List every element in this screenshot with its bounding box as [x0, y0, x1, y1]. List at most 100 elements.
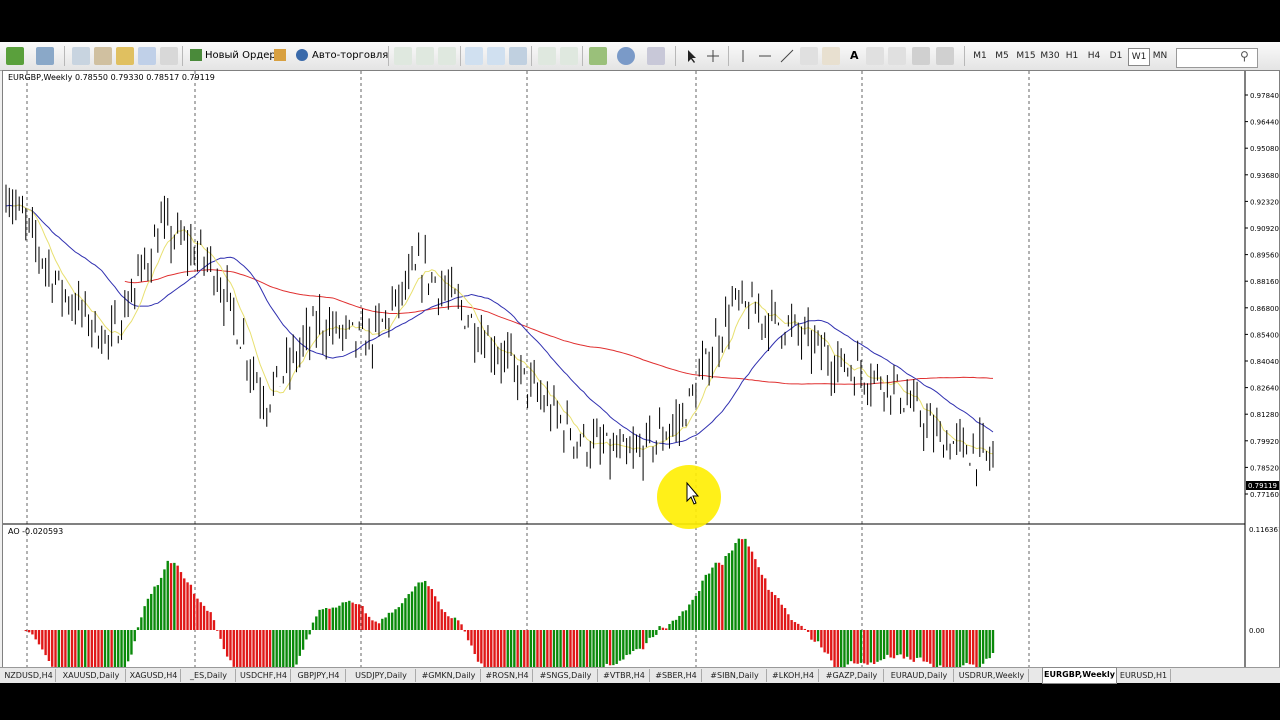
y-tick-label: 0.93680: [1250, 172, 1279, 180]
timeframe-d1[interactable]: D1: [1106, 48, 1126, 64]
zoom-in-icon[interactable]: [465, 47, 483, 65]
market-watch-icon[interactable]: [72, 47, 90, 65]
indicator-header-text: AO -0.020593: [8, 527, 63, 536]
line-chart-icon[interactable]: [438, 47, 456, 65]
chart-tab[interactable]: XAGUSD,H4: [127, 669, 181, 682]
y-tick-label: 0.96440: [1250, 119, 1279, 127]
timeframe-m5[interactable]: M5: [992, 48, 1012, 64]
text-label-icon[interactable]: [866, 47, 884, 65]
chart-tab[interactable]: #ROSN,H4: [482, 669, 533, 682]
ma-yellow-series: [12, 204, 994, 455]
timeframe-mn[interactable]: MN: [1150, 48, 1170, 64]
ind-tick-label: 0.116361: [1249, 526, 1279, 534]
search-icon[interactable]: ⚲: [1240, 46, 1249, 66]
text-tool-icon[interactable]: A: [850, 46, 859, 66]
navigator-icon[interactable]: [116, 47, 134, 65]
chart-tab[interactable]: #SNGS,Daily: [534, 669, 598, 682]
chart-tab[interactable]: USDJPY,Daily: [347, 669, 416, 682]
auto-trading-label: Авто-торговля: [312, 50, 389, 61]
new-order-icon: [190, 49, 202, 61]
y-tick-label: 0.82640: [1250, 385, 1279, 393]
shapes-icon[interactable]: [912, 47, 930, 65]
templates-icon[interactable]: [647, 47, 665, 65]
chart-tab[interactable]: #VTBR,H4: [599, 669, 650, 682]
y-tick-label: 0.81280: [1250, 411, 1279, 419]
ao-histogram: [21, 538, 995, 667]
chart-tab[interactable]: _ES,Daily: [182, 669, 236, 682]
ind-tick-label: 0.00: [1249, 627, 1265, 635]
y-tick-label: 0.78520: [1250, 464, 1279, 472]
timeframe-h1[interactable]: H1: [1062, 48, 1082, 64]
auto-trading-icon: [296, 49, 308, 61]
auto-trading-button[interactable]: Авто-торговля: [296, 46, 388, 66]
drawing-tools-icon[interactable]: [936, 47, 954, 65]
fibonacci-icon[interactable]: [822, 47, 840, 65]
hline-glyph-icon: [759, 55, 771, 57]
chart-tab[interactable]: EURGBP,Weekly: [1042, 667, 1117, 684]
indicator-scale: 0.1163610.00-0.055813: [1249, 526, 1279, 635]
horizontal-line-icon[interactable]: [756, 47, 774, 65]
chart-tab[interactable]: NZDUSD,H4: [2, 669, 56, 682]
y-tick-label: 0.97840: [1250, 92, 1279, 100]
chart-tabs-bar: NZDUSD,H4 XAUUSD,Daily XAGUSD,H4 _ES,Daily U…: [0, 667, 1280, 684]
ma-blue-series: [5, 204, 994, 445]
periods-icon[interactable]: [617, 47, 635, 65]
tester-icon[interactable]: [160, 47, 178, 65]
y-tick-label: 0.77160: [1250, 491, 1279, 499]
cursor-arrow-icon: [688, 50, 696, 63]
candlestick-icon[interactable]: [416, 47, 434, 65]
autoscroll-icon[interactable]: [560, 47, 578, 65]
trendline-icon[interactable]: [778, 47, 796, 65]
chart-tab[interactable]: USDRUR,Weekly: [955, 669, 1029, 682]
zoom-out-icon[interactable]: [487, 47, 505, 65]
indicators-icon[interactable]: [589, 47, 607, 65]
timeframe-m30[interactable]: M30: [1038, 48, 1062, 64]
y-tick-label: 0.86800: [1250, 305, 1279, 313]
chart-window[interactable]: 0.97840 0.96440 0.95080 0.93680 0.92320 0.909…: [2, 70, 1280, 672]
timeframe-m1[interactable]: M1: [970, 48, 990, 64]
y-tick-label: 0.85400: [1250, 331, 1279, 339]
chart-tab[interactable]: #SBER,H4: [651, 669, 702, 682]
chart-tab[interactable]: GBPJPY,H4: [292, 669, 346, 682]
chart-shift-icon[interactable]: [538, 47, 556, 65]
chart-tab[interactable]: #GMKN,Daily: [417, 669, 481, 682]
cursor-icon[interactable]: [682, 47, 700, 65]
y-tick-label: 0.92320: [1250, 198, 1279, 206]
arrows-icon[interactable]: [888, 47, 906, 65]
bar-chart-icon[interactable]: [394, 47, 412, 65]
y-tick-label: 0.95080: [1250, 145, 1279, 153]
tile-windows-icon[interactable]: [509, 47, 527, 65]
metaeditor-button[interactable]: [274, 46, 286, 66]
timeframe-h4[interactable]: H4: [1084, 48, 1104, 64]
y-tick-label: 0.88160: [1250, 278, 1279, 286]
terminal-icon[interactable]: [138, 47, 156, 65]
new-chart-icon[interactable]: [6, 47, 24, 65]
channel-icon[interactable]: [800, 47, 818, 65]
chart-header-text: EURGBP,Weekly 0.78550 0.79330 0.78517 0.…: [8, 73, 215, 82]
y-tick-label: 0.89560: [1250, 252, 1279, 260]
timeframe-w1[interactable]: W1: [1128, 48, 1150, 66]
ma-red-series: [124, 269, 994, 385]
y-tick-label: 0.79920: [1250, 438, 1279, 446]
ma-red-line: [124, 269, 994, 385]
chart-tab[interactable]: XAUUSD,Daily: [57, 669, 126, 682]
price-bars: [5, 184, 994, 487]
chart-tab[interactable]: EURAUD,Daily: [885, 669, 954, 682]
chart-canvas[interactable]: 0.97840 0.96440 0.95080 0.93680 0.92320 0.909…: [3, 71, 1279, 667]
new-order-button[interactable]: Новый Ордер: [190, 46, 276, 66]
chart-tab[interactable]: USDCHF,H4: [237, 669, 291, 682]
vertical-line-icon[interactable]: [734, 47, 752, 65]
data-window-icon[interactable]: [94, 47, 112, 65]
current-price-label: 0.79119: [1248, 482, 1277, 490]
chart-tab[interactable]: #GAZP,Daily: [820, 669, 884, 682]
timeframe-m15[interactable]: M15: [1014, 48, 1038, 64]
profiles-icon[interactable]: [36, 47, 54, 65]
metaeditor-icon: [274, 49, 286, 61]
crosshair-glyph-icon: [707, 50, 719, 62]
chart-tab[interactable]: #LKOH,H4: [768, 669, 819, 682]
chart-tab[interactable]: EURUSD,H1: [1117, 669, 1171, 682]
ma-yellow-line: [12, 204, 994, 455]
crosshair-icon[interactable]: [704, 47, 722, 65]
chart-tab[interactable]: #SIBN,Daily: [703, 669, 767, 682]
vline-glyph-icon: [742, 50, 744, 62]
